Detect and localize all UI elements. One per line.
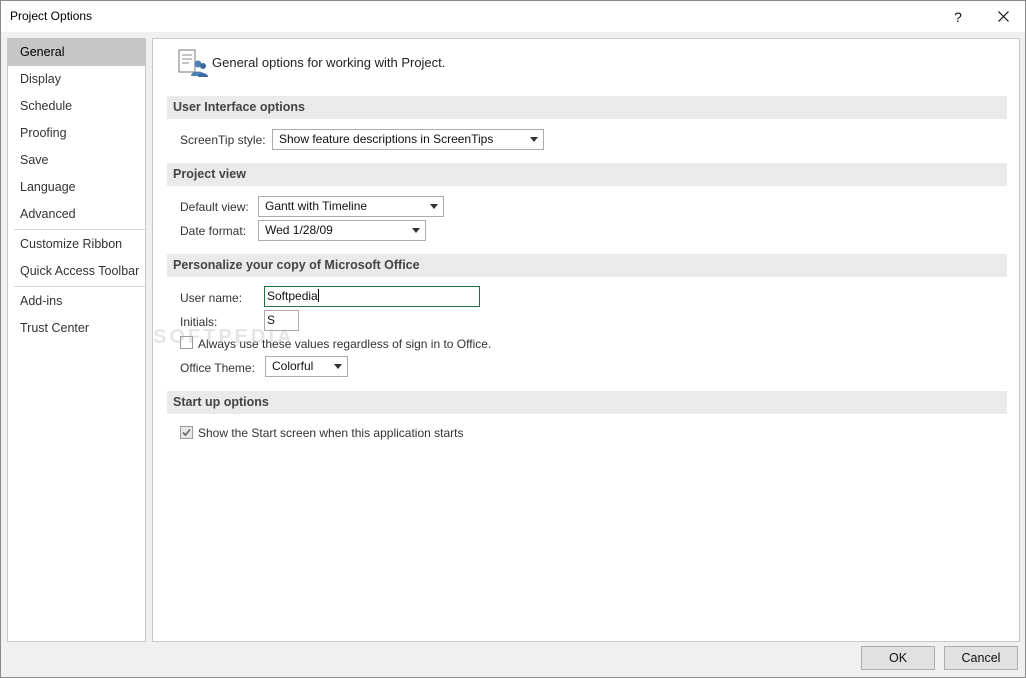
sidebar-divider — [14, 229, 145, 230]
date-format-label: Date format: — [180, 224, 247, 238]
sidebar-item-schedule[interactable]: Schedule — [8, 93, 145, 120]
section-personalize: Personalize your copy of Microsoft Offic… — [167, 254, 1007, 277]
section-user-interface-options: User Interface options — [167, 96, 1007, 119]
show-start-screen-label: Show the Start screen when this applicat… — [198, 426, 464, 440]
screentip-style-dropdown[interactable]: Show feature descriptions in ScreenTips — [272, 129, 544, 150]
softpedia-watermark: SOFTPEDIA — [153, 326, 295, 348]
window-title: Project Options — [10, 9, 93, 23]
sidebar-item-trust-center[interactable]: Trust Center — [8, 315, 145, 342]
chevron-down-icon — [430, 204, 438, 209]
default-view-value: Gantt with Timeline — [265, 199, 368, 213]
options-content-panel: General options for working with Project… — [152, 38, 1020, 642]
sidebar-item-general[interactable]: General — [8, 39, 145, 66]
sidebar-item-quick-access-toolbar[interactable]: Quick Access Toolbar — [8, 258, 145, 285]
sidebar-item-add-ins[interactable]: Add-ins — [8, 288, 145, 315]
chevron-down-icon — [412, 228, 420, 233]
user-name-label: User name: — [180, 291, 243, 305]
user-name-field[interactable]: Softpedia — [264, 286, 480, 307]
text-caret — [317, 289, 319, 302]
sidebar-item-advanced[interactable]: Advanced — [8, 201, 145, 228]
sidebar-item-language[interactable]: Language — [8, 174, 145, 201]
close-icon — [997, 11, 1009, 22]
date-format-dropdown[interactable]: Wed 1/28/09 — [258, 220, 426, 241]
ok-button[interactable]: OK — [861, 646, 935, 670]
show-start-screen-checkbox[interactable] — [180, 426, 193, 439]
sidebar-item-save[interactable]: Save — [8, 147, 145, 174]
options-sidebar: General Display Schedule Proofing Save L… — [7, 38, 146, 642]
close-button[interactable] — [980, 1, 1026, 32]
general-options-heading: General options for working with Project… — [212, 55, 446, 70]
sidebar-item-proofing[interactable]: Proofing — [8, 120, 145, 147]
chevron-down-icon — [334, 364, 342, 369]
section-project-view: Project view — [167, 163, 1007, 186]
sidebar-item-customize-ribbon[interactable]: Customize Ribbon — [8, 231, 145, 258]
section-start-up-options: Start up options — [167, 391, 1007, 414]
screentip-style-label: ScreenTip style: — [180, 133, 266, 147]
general-options-icon — [178, 49, 208, 77]
project-options-dialog: Project Options ? General Display Schedu… — [0, 0, 1026, 678]
office-theme-label: Office Theme: — [180, 361, 255, 375]
default-view-dropdown[interactable]: Gantt with Timeline — [258, 196, 444, 217]
chevron-down-icon — [530, 137, 538, 142]
user-name-value: Softpedia — [267, 289, 318, 303]
sidebar-item-display[interactable]: Display — [8, 66, 145, 93]
screentip-style-value: Show feature descriptions in ScreenTips — [279, 132, 494, 146]
initials-value: S — [267, 313, 276, 327]
help-icon: ? — [954, 8, 962, 25]
cancel-button[interactable]: Cancel — [944, 646, 1018, 670]
sidebar-divider — [14, 286, 145, 287]
help-button[interactable]: ? — [935, 1, 981, 32]
default-view-label: Default view: — [180, 200, 249, 214]
title-bar: Project Options ? — [1, 1, 1025, 32]
checkmark-icon — [182, 428, 191, 437]
office-theme-value: Colorful — [272, 359, 314, 373]
office-theme-dropdown[interactable]: Colorful — [265, 356, 348, 377]
date-format-value: Wed 1/28/09 — [265, 223, 333, 237]
